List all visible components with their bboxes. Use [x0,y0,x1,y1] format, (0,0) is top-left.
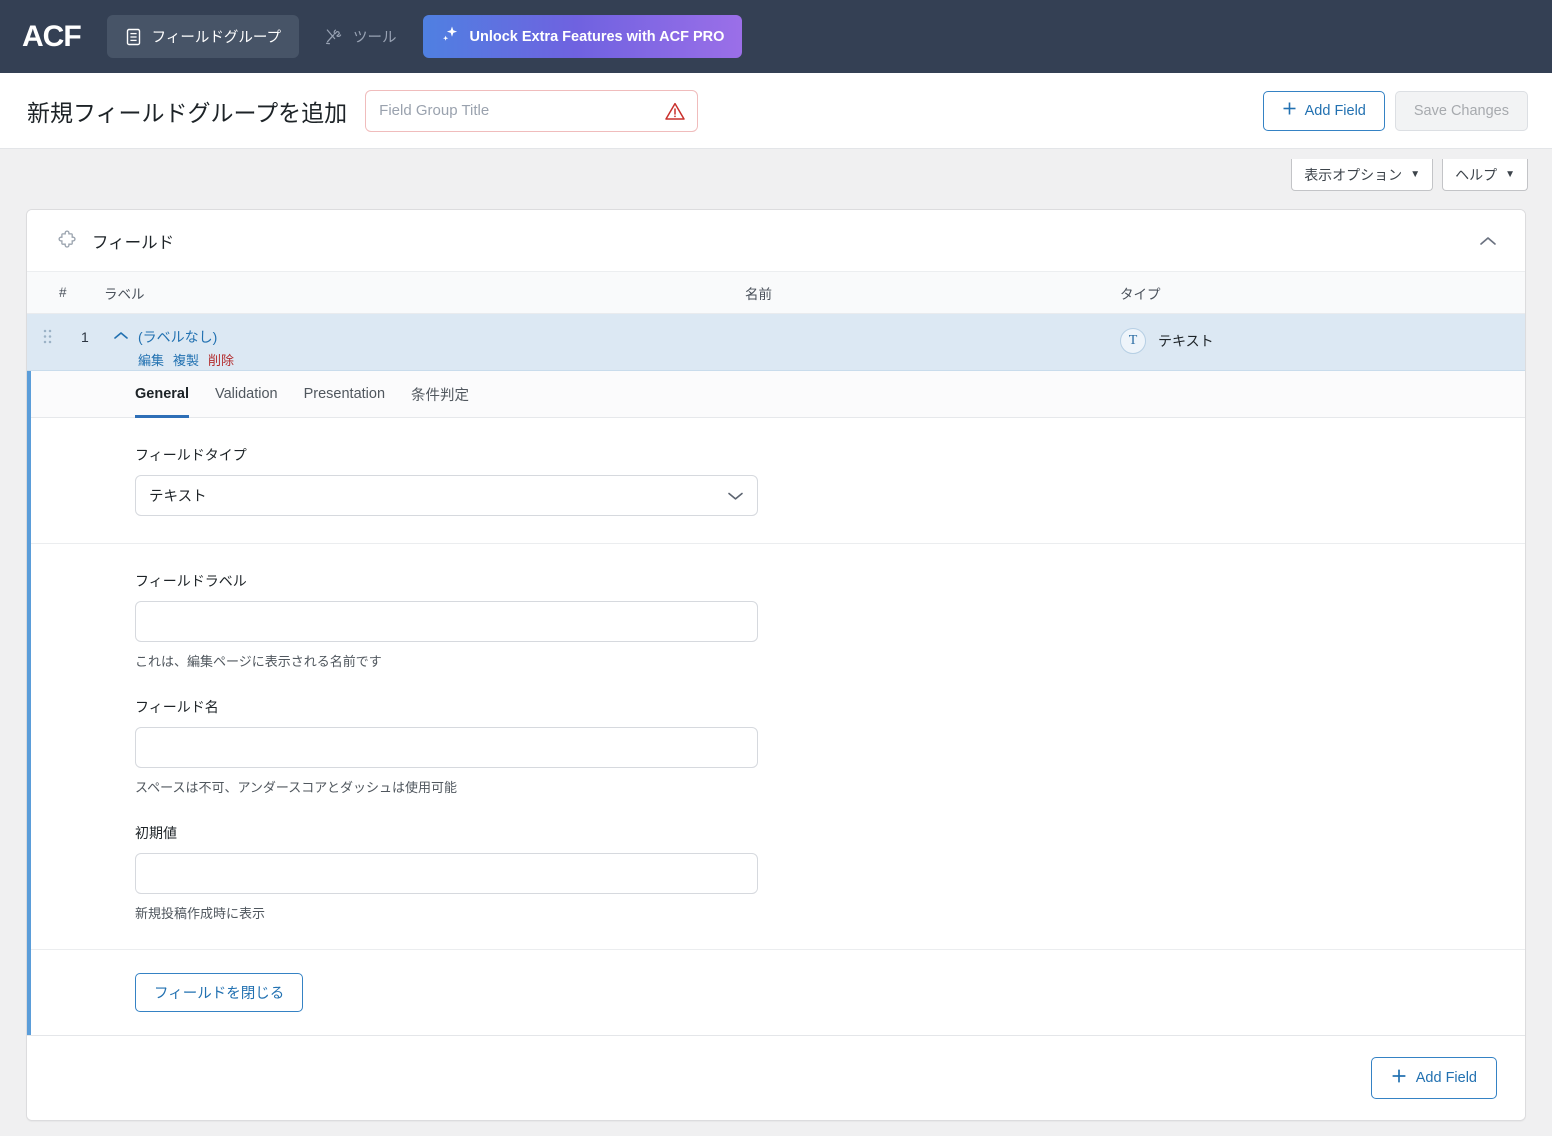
row-action-edit[interactable]: 編集 [138,350,164,369]
field-type-select-wrap: テキスト [135,475,758,516]
help-label: ヘルプ [1455,166,1498,183]
text-field-type-icon: T [1120,328,1146,354]
acf-logo[interactable]: ACF [22,21,82,52]
add-field-button-top[interactable]: Add Field [1262,90,1385,131]
field-name-label: フィールド名 [135,699,219,715]
tab-presentation[interactable]: Presentation [304,371,385,418]
puzzle-piece-icon [57,230,78,251]
field-type-select[interactable]: テキスト [135,475,758,516]
tab-conditional-logic-label: 条件判定 [411,387,470,404]
plus-icon [1391,1068,1407,1088]
page-title: 新規フィールドグループを追加 [27,99,348,126]
fields-table-header: # ラベル 名前 タイプ [27,272,1525,314]
header-actions: Add Field Save Changes [1262,90,1528,131]
nav-item-field-groups[interactable]: フィールドグループ [106,15,299,58]
field-label-hint: これは、編集ページに表示される名前です [135,654,382,669]
tab-conditional-logic[interactable]: 条件判定 [411,371,469,418]
chevron-down-icon: ▼ [1505,169,1515,180]
panel-collapse-toggle[interactable] [1473,229,1503,253]
field-editor-tabs: General Validation Presentation 条件判定 [27,371,1525,418]
plus-icon [1282,101,1297,120]
row-order-cell: 1 [27,328,102,345]
nav-item-field-groups-label: フィールドグループ [151,30,281,46]
page-header: 新規フィールドグループを追加 Add Field Save Changes [0,73,1552,149]
sparkle-icon [441,25,460,48]
field-type-section: フィールドタイプ テキスト [27,418,1525,544]
display-options-label: 表示オプション [1304,166,1403,183]
fields-panel: フィールド # ラベル 名前 タイプ 1 (ラベルなし) 編集 複製 削除 T … [26,209,1526,1121]
chevron-up-icon [1480,236,1496,245]
field-type-label: フィールドタイプ [135,447,247,463]
help-button[interactable]: ヘルプ ▼ [1442,159,1528,191]
save-changes-button[interactable]: Save Changes [1394,90,1528,131]
add-field-button-top-label: Add Field [1304,102,1366,119]
document-icon [125,28,142,46]
field-type-selected-value: テキスト [149,489,207,505]
fields-panel-title: フィールド [92,233,175,252]
close-field-button-label: フィールドを閉じる [154,986,285,1002]
field-label-group: フィールドラベル これは、編集ページに表示される名前です [135,571,1525,670]
field-label-label: フィールドラベル [135,573,247,589]
tab-general-label: General [135,386,189,402]
row-type-cell: T テキスト [1120,328,1525,354]
fields-panel-footer: Add Field [27,1036,1525,1120]
tab-presentation-label: Presentation [303,386,386,402]
field-name-group: フィールド名 スペースは不可、アンダースコアとダッシュは使用可能 [135,697,1525,796]
row-label-text[interactable]: (ラベルなし) [138,329,217,345]
chevron-down-icon: ▼ [1410,169,1421,180]
field-editor: General Validation Presentation 条件判定 フィー… [27,371,1525,1036]
default-value-input[interactable] [135,853,758,894]
top-nav: フィールドグループ ツール Unlock Extra Features with… [106,15,743,58]
add-field-button-bottom-label: Add Field [1415,1070,1477,1086]
column-header-order: # [59,285,67,300]
column-header-label: ラベル [104,286,145,302]
screen-meta-row: 表示オプション ▼ ヘルプ ▼ [0,149,1552,209]
row-order-number: 1 [81,328,89,345]
nav-item-tools[interactable]: ツール [307,15,415,58]
display-options-button[interactable]: 表示オプション ▼ [1291,159,1434,191]
default-value-group: 初期値 新規投稿作成時に表示 [135,823,1525,922]
field-name-input[interactable] [135,727,758,768]
save-changes-label: Save Changes [1413,102,1509,119]
row-toggle-chevron[interactable] [104,328,138,341]
drag-handle-icon[interactable] [27,328,67,345]
default-value-hint: 新規投稿作成時に表示 [135,906,266,921]
nav-item-tools-label: ツール [353,30,397,46]
tab-validation-label: Validation [215,386,278,402]
tab-validation[interactable]: Validation [215,371,278,418]
general-settings-section: フィールドラベル これは、編集ページに表示される名前です フィールド名 スペース… [27,544,1525,950]
default-value-label: 初期値 [135,825,177,841]
tab-general[interactable]: General [135,371,189,418]
fields-panel-header: フィールド [27,210,1525,272]
fields-table: # ラベル 名前 タイプ 1 (ラベルなし) 編集 複製 削除 T テキスト G… [27,272,1525,1036]
add-field-button-bottom[interactable]: Add Field [1370,1057,1497,1099]
acf-top-bar: ACF フィールドグループ ツール Unlock Extra Features … [0,0,1552,73]
chevron-up-icon [114,332,128,339]
column-header-name: 名前 [745,286,772,302]
tools-icon [325,28,343,46]
field-group-title-wrap [365,89,699,132]
row-action-duplicate[interactable]: 複製 [173,350,199,369]
column-header-type: タイプ [1120,286,1161,302]
table-row[interactable]: 1 (ラベルなし) 編集 複製 削除 T テキスト [27,314,1525,371]
close-field-row: フィールドを閉じる [27,950,1525,1035]
row-label-cell: (ラベルなし) 編集 複製 削除 [102,328,745,369]
row-actions: 編集 複製 削除 [138,350,234,369]
field-label-input[interactable] [135,601,758,642]
field-name-hint: スペースは不可、アンダースコアとダッシュは使用可能 [135,780,458,795]
close-field-button[interactable]: フィールドを閉じる [135,973,304,1012]
field-group-title-input[interactable] [365,89,699,132]
unlock-pro-label: Unlock Extra Features with ACF PRO [469,28,725,45]
warning-triangle-icon [664,101,686,121]
row-type-text: テキスト [1158,333,1214,349]
row-action-delete[interactable]: 削除 [208,350,234,369]
unlock-pro-button[interactable]: Unlock Extra Features with ACF PRO [422,15,743,58]
